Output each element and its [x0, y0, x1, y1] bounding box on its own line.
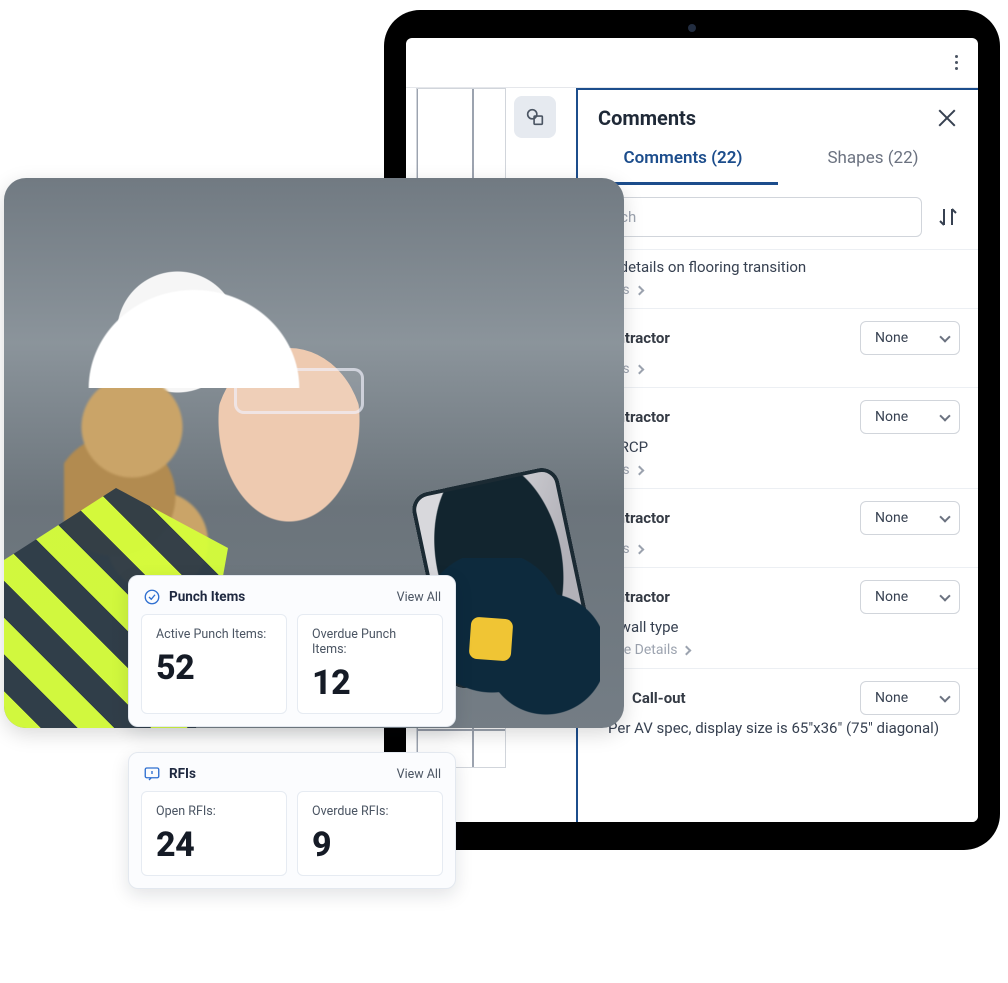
photo-hardhat [44, 208, 344, 388]
view-all-link[interactable]: View All [397, 590, 441, 605]
comment-item[interactable]: ontractor None ails [578, 308, 978, 387]
chevron-down-icon [939, 511, 950, 522]
dropdown-value: None [875, 409, 908, 425]
panel-tabs: Comments (22) Shapes (22) [578, 136, 978, 185]
status-dropdown[interactable]: None [860, 501, 960, 535]
chevron-right-icon [634, 544, 644, 554]
comments-list: e details on flooring transition ails on… [578, 250, 978, 822]
stat-label: Active Punch Items: [156, 627, 272, 642]
chevron-down-icon [939, 410, 950, 421]
stat-value: 12 [312, 663, 428, 703]
comment-item[interactable]: A Call-out None Per AV spec, display siz… [578, 668, 978, 747]
punch-items-icon [143, 588, 161, 606]
sort-icon[interactable] [934, 203, 962, 231]
status-dropdown[interactable]: None [860, 681, 960, 715]
stat-label: Overdue RFIs: [312, 804, 428, 819]
app-topbar [406, 38, 978, 88]
chevron-down-icon [939, 590, 950, 601]
comment-item[interactable]: ontractor None e RCP ails [578, 387, 978, 488]
chevron-right-icon [634, 364, 644, 374]
close-icon[interactable] [936, 107, 958, 129]
rfi-icon [143, 765, 161, 783]
stat-value: 52 [156, 648, 272, 688]
status-dropdown[interactable]: None [860, 400, 960, 434]
tab-comments[interactable]: Comments (22) [588, 136, 778, 185]
comments-panel: Comments Comments (22) Shapes (22) arch [576, 88, 978, 822]
chevron-right-icon [682, 645, 692, 655]
status-dropdown[interactable]: None [860, 580, 960, 614]
dropdown-value: None [875, 690, 908, 706]
comment-item[interactable]: ontractor None e wall type See Details [578, 567, 978, 668]
chevron-down-icon [939, 331, 950, 342]
view-all-link[interactable]: View All [397, 767, 441, 782]
comment-body: Per AV spec, display size is 65"x36" (75… [608, 719, 960, 737]
comment-body: e RCP [608, 438, 960, 456]
widget-title: RFIs [169, 766, 196, 782]
stat-box-overdue-punch[interactable]: Overdue Punch Items: 12 [297, 614, 443, 714]
dropdown-value: None [875, 330, 908, 346]
shapes-tool-button[interactable] [514, 96, 556, 138]
comment-author-label: Call-out [632, 689, 686, 707]
dropdown-value: None [875, 589, 908, 605]
stat-label: Overdue Punch Items: [312, 627, 428, 657]
tab-shapes[interactable]: Shapes (22) [778, 136, 968, 185]
comment-body: e details on flooring transition [608, 258, 960, 276]
comment-item[interactable]: e details on flooring transition ails [578, 250, 978, 308]
stat-box-overdue-rfis[interactable]: Overdue RFIs: 9 [297, 791, 443, 876]
comment-item[interactable]: ontractor None ails [578, 488, 978, 567]
panel-title: Comments [598, 106, 696, 130]
tablet-camera [688, 24, 696, 32]
status-dropdown[interactable]: None [860, 321, 960, 355]
chevron-right-icon [634, 285, 644, 295]
stat-value: 9 [312, 825, 428, 865]
dropdown-value: None [875, 510, 908, 526]
rfis-widget: RFIs View All Open RFIs: 24 Overdue RFIs… [128, 752, 456, 889]
search-input[interactable]: arch [594, 197, 922, 237]
stat-box-active-punch[interactable]: Active Punch Items: 52 [141, 614, 287, 714]
more-menu-icon[interactable] [944, 51, 968, 75]
widget-title: Punch Items [169, 589, 245, 605]
stat-value: 24 [156, 825, 272, 865]
stat-box-open-rfis[interactable]: Open RFIs: 24 [141, 791, 287, 876]
chevron-right-icon [634, 465, 644, 475]
stat-label: Open RFIs: [156, 804, 272, 819]
punch-items-widget: Punch Items View All Active Punch Items:… [128, 575, 456, 727]
chevron-down-icon [939, 691, 950, 702]
comment-body: e wall type [608, 618, 960, 636]
